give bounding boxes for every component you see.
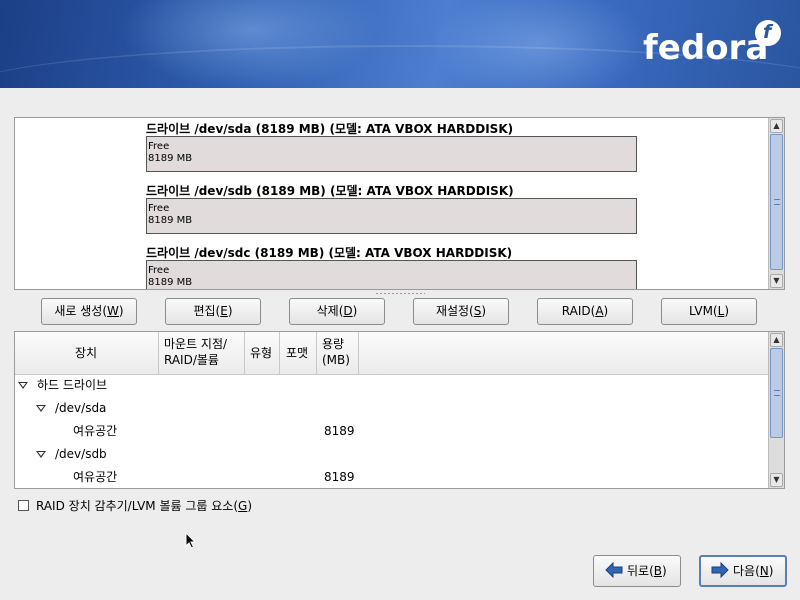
lvm-button-label: LVM( [689, 304, 718, 318]
edit-button[interactable]: 편집(E) [165, 298, 261, 325]
column-header-format[interactable]: 포맷 [280, 332, 317, 375]
edit-button-mnemonic: E [220, 304, 228, 318]
column-header-size-line1: 용량 [322, 337, 345, 351]
mouse-pointer-icon [185, 532, 197, 549]
next-button-label: 다음(N) [733, 564, 774, 578]
edit-button-label-end: ) [227, 304, 233, 318]
drive-title: 드라이브 /dev/sda (8189 MB) (모델: ATA VBOX HA… [146, 122, 514, 136]
hide-raid-lvm-checkbox[interactable] [18, 500, 29, 511]
tree-row-size: 8189 [324, 470, 355, 484]
segment-size: 8189 MB [148, 153, 193, 164]
hide-raid-lvm-label[interactable]: RAID 장치 감추기/LVM 볼륨 그룹 요소(G) [36, 497, 252, 514]
scroll-thumb[interactable] [770, 134, 783, 270]
column-header-size[interactable]: 용량 (MB) [317, 332, 359, 375]
expander-down-icon[interactable] [18, 382, 28, 389]
tree-row[interactable]: 여유공간 8189 [15, 420, 769, 443]
fedora-logo-mark: f [763, 21, 772, 43]
new-button-label: 새로 생성( [54, 304, 108, 318]
back-button[interactable]: 뒤로(B) [593, 555, 681, 587]
back-button-label: 뒤로(B) [627, 564, 667, 578]
column-header-format-label: 포맷 [286, 346, 309, 360]
hide-raid-lvm-label-text: RAID 장치 감추기/LVM 볼륨 그룹 요소( [36, 499, 239, 513]
new-button-mnemonic: W [107, 304, 119, 318]
drive-free-segment[interactable]: Free 8189 MB [146, 260, 637, 289]
segment-label: Free [148, 141, 170, 152]
drive-title: 드라이브 /dev/sdb (8189 MB) (모델: ATA VBOX HA… [146, 184, 514, 198]
segment-size: 8189 MB [148, 215, 193, 226]
column-header-type-label: 유형 [250, 346, 273, 360]
tree-row[interactable]: /dev/sdb [15, 443, 769, 466]
segment-size: 8189 MB [148, 277, 193, 288]
expander-down-icon[interactable] [36, 451, 46, 458]
table-header: 장치 마운트 지점/ RAID/볼륨 유형 포맷 용량 (MB) [15, 332, 769, 375]
hide-raid-lvm-mnemonic: G [238, 499, 248, 513]
delete-button-label-end: ) [352, 304, 358, 318]
header-banner: fedora f ™ [0, 0, 800, 88]
raid-button-label-end: ) [603, 304, 609, 318]
column-header-mount-line1: 마운트 지점/ [164, 337, 228, 351]
drive-list: 드라이브 /dev/sda (8189 MB) (모델: ATA VBOX HA… [15, 118, 769, 289]
new-button-label-end: ) [118, 304, 124, 318]
trademark-sign: ™ [757, 55, 763, 62]
raid-button-mnemonic: A [595, 304, 604, 318]
raid-button[interactable]: RAID(A) [537, 298, 633, 325]
scroll-up-icon[interactable]: ▲ [770, 119, 783, 133]
arrow-left-icon [605, 562, 623, 578]
tree-row-size: 8189 [324, 424, 355, 438]
scroll-up-icon[interactable]: ▲ [770, 333, 783, 347]
drive-overview-panel: 드라이브 /dev/sda (8189 MB) (모델: ATA VBOX HA… [14, 117, 785, 290]
tree-row-label: 여유공간 [73, 470, 118, 484]
expander-down-icon[interactable] [36, 405, 46, 412]
delete-button-label: 삭제( [316, 304, 344, 318]
column-header-device-label: 장치 [75, 346, 98, 360]
tree-row-label: /dev/sda [55, 401, 107, 415]
reset-button-label: 재설정( [435, 304, 474, 318]
new-button[interactable]: 새로 생성(W) [41, 298, 137, 325]
delete-button-mnemonic: D [343, 304, 353, 318]
column-header-mount-line2: RAID/볼륨 [164, 353, 219, 367]
partition-tree-table: 장치 마운트 지점/ RAID/볼륨 유형 포맷 용량 (MB) 하드 드라이브… [14, 331, 785, 489]
tree-scrollbar[interactable]: ▲ ▼ [768, 332, 784, 488]
drive-title: 드라이브 /dev/sdc (8189 MB) (모델: ATA VBOX HA… [146, 246, 513, 260]
partition-tree-viewport: 장치 마운트 지점/ RAID/볼륨 유형 포맷 용량 (MB) 하드 드라이브… [15, 332, 769, 488]
delete-button[interactable]: 삭제(D) [289, 298, 385, 325]
lvm-button-label-end: ) [724, 304, 729, 318]
next-button[interactable]: 다음(N) [699, 555, 787, 587]
edit-button-label: 편집( [193, 304, 221, 318]
tree-row[interactable]: 여유공간 8189 [15, 466, 769, 488]
column-header-mount[interactable]: 마운트 지점/ RAID/볼륨 [159, 332, 245, 375]
hide-raid-lvm-label-end: ) [247, 499, 253, 513]
lvm-button[interactable]: LVM(L) [661, 298, 757, 325]
grip-icon [774, 199, 780, 205]
segment-label: Free [148, 203, 170, 214]
reset-button[interactable]: 재설정(S) [413, 298, 509, 325]
fedora-logo-text: fedora [643, 28, 769, 68]
reset-button-label-end: ) [481, 304, 487, 318]
drive-free-segment[interactable]: Free 8189 MB [146, 198, 637, 234]
segment-label: Free [148, 265, 170, 276]
column-header-size-line2: (MB) [322, 353, 350, 367]
tree-row-label: 여유공간 [73, 424, 118, 438]
column-header-type[interactable]: 유형 [245, 332, 280, 375]
column-header-device[interactable]: 장치 [15, 332, 159, 375]
arrow-right-icon [711, 562, 729, 578]
grip-icon [774, 390, 780, 396]
tree-row[interactable]: /dev/sda [15, 397, 769, 420]
drive-panel-scrollbar[interactable]: ▲ ▼ [768, 118, 784, 289]
fedora-logo-icon: f [755, 20, 781, 46]
pane-resize-handle[interactable] [375, 292, 425, 295]
raid-button-label: RAID( [561, 304, 596, 318]
scroll-thumb[interactable] [770, 348, 783, 438]
tree-row-label: /dev/sdb [55, 447, 107, 461]
drive-free-segment[interactable]: Free 8189 MB [146, 136, 637, 172]
scroll-down-icon[interactable]: ▼ [770, 473, 783, 487]
tree-row-label: 하드 드라이브 [37, 378, 108, 392]
scroll-down-icon[interactable]: ▼ [770, 274, 783, 288]
tree-row[interactable]: 하드 드라이브 [15, 374, 769, 397]
